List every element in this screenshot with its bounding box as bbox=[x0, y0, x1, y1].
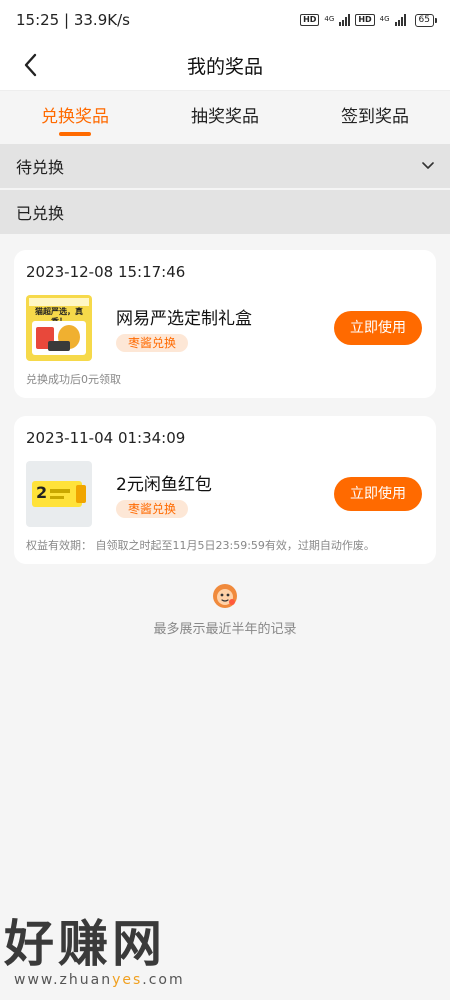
item-name: 2元闲鱼红包 bbox=[116, 475, 212, 495]
hd-icon: HD bbox=[355, 14, 375, 26]
clock: 15:25 bbox=[16, 11, 60, 29]
tab-exchange-prizes[interactable]: 兑换奖品 bbox=[0, 91, 150, 145]
use-now-button[interactable]: 立即使用 bbox=[334, 477, 422, 511]
hd-icon: HD bbox=[300, 14, 320, 26]
exchange-type-tag: 枣酱兑换 bbox=[116, 334, 189, 352]
network-speed: 33.9K/s bbox=[73, 11, 130, 29]
record-card: 2023-12-08 15:17:46 猫超严选，真香！ 网易严选定制礼盒 枣酱… bbox=[14, 250, 436, 398]
chevron-down-icon bbox=[422, 162, 434, 169]
section-label: 待兑换 bbox=[16, 158, 65, 177]
network-type-label: 4G bbox=[324, 14, 335, 23]
site-watermark: 好赚网 www.zhuanyes.com bbox=[4, 916, 185, 988]
tab-label: 签到奖品 bbox=[341, 106, 409, 127]
footer-note: 最多展示最近半年的记录 bbox=[153, 622, 297, 637]
record-body: 2 2元闲鱼红包 枣酱兑换 立即使用 bbox=[26, 460, 422, 528]
network-type-label: 4G bbox=[379, 14, 390, 23]
record-card: 2023-11-04 01:34:09 2 2元闲鱼红包 枣酱兑换 立即使用 权… bbox=[14, 416, 436, 564]
nav-bar: 我的奖品 bbox=[0, 40, 450, 90]
section-redeemed[interactable]: 已兑换 bbox=[0, 190, 450, 234]
status-bar: 15:25 | 33.9K/s HD 4G HD 4G 65 bbox=[0, 0, 450, 40]
use-now-button[interactable]: 立即使用 bbox=[334, 311, 422, 345]
record-list: 2023-12-08 15:17:46 猫超严选，真香！ 网易严选定制礼盒 枣酱… bbox=[0, 234, 450, 637]
section-label: 已兑换 bbox=[16, 204, 65, 223]
active-tab-indicator bbox=[59, 131, 91, 136]
gift-box-thumbnail: 猫超严选，真香！ bbox=[26, 295, 92, 361]
watermark-title: 好赚网 bbox=[4, 915, 166, 973]
tab-bar: 兑换奖品 抽奖奖品 签到奖品 bbox=[0, 90, 450, 144]
item-name: 网易严选定制礼盒 bbox=[116, 309, 252, 329]
chevron-left-icon bbox=[24, 53, 37, 77]
section-pending[interactable]: 待兑换 bbox=[0, 144, 450, 188]
mascot-icon bbox=[213, 584, 237, 608]
exchange-type-tag: 枣酱兑换 bbox=[116, 500, 189, 518]
record-info: 2元闲鱼红包 枣酱兑换 bbox=[116, 470, 334, 518]
record-note: 兑换成功后0元领取 bbox=[26, 373, 121, 386]
record-date: 2023-12-08 15:17:46 bbox=[26, 263, 186, 281]
status-left: 15:25 | 33.9K/s bbox=[16, 11, 130, 29]
battery-icon: 65 bbox=[414, 13, 438, 27]
red-packet-thumbnail: 2 bbox=[26, 461, 92, 527]
record-note: 权益有效期： 自领取之时起至11月5日23:59:59有效，过期自动作废。 bbox=[26, 539, 375, 552]
tab-label: 兑换奖品 bbox=[41, 106, 109, 127]
tab-lottery-prizes[interactable]: 抽奖奖品 bbox=[150, 91, 300, 145]
signal-icon bbox=[394, 14, 406, 26]
record-body: 猫超严选，真香！ 网易严选定制礼盒 枣酱兑换 立即使用 bbox=[26, 294, 422, 362]
record-date: 2023-11-04 01:34:09 bbox=[26, 429, 186, 447]
status-icons: HD 4G HD 4G 65 bbox=[300, 13, 438, 27]
watermark-url: www.zhuanyes.com bbox=[14, 972, 185, 988]
watermark-url-part: .com bbox=[142, 972, 185, 988]
signal-icon bbox=[339, 14, 351, 26]
status-separator: | bbox=[64, 11, 74, 29]
tab-checkin-prizes[interactable]: 签到奖品 bbox=[300, 91, 450, 145]
watermark-url-highlight: yes bbox=[112, 972, 143, 988]
page-title: 我的奖品 bbox=[186, 55, 263, 78]
list-footer: 最多展示最近半年的记录 bbox=[14, 582, 436, 637]
watermark-url-part: www.zhuan bbox=[14, 972, 113, 988]
record-info: 网易严选定制礼盒 枣酱兑换 bbox=[116, 304, 334, 352]
back-button[interactable] bbox=[18, 52, 42, 78]
thumbnail-amount: 2 bbox=[36, 483, 48, 502]
tab-label: 抽奖奖品 bbox=[191, 106, 259, 127]
